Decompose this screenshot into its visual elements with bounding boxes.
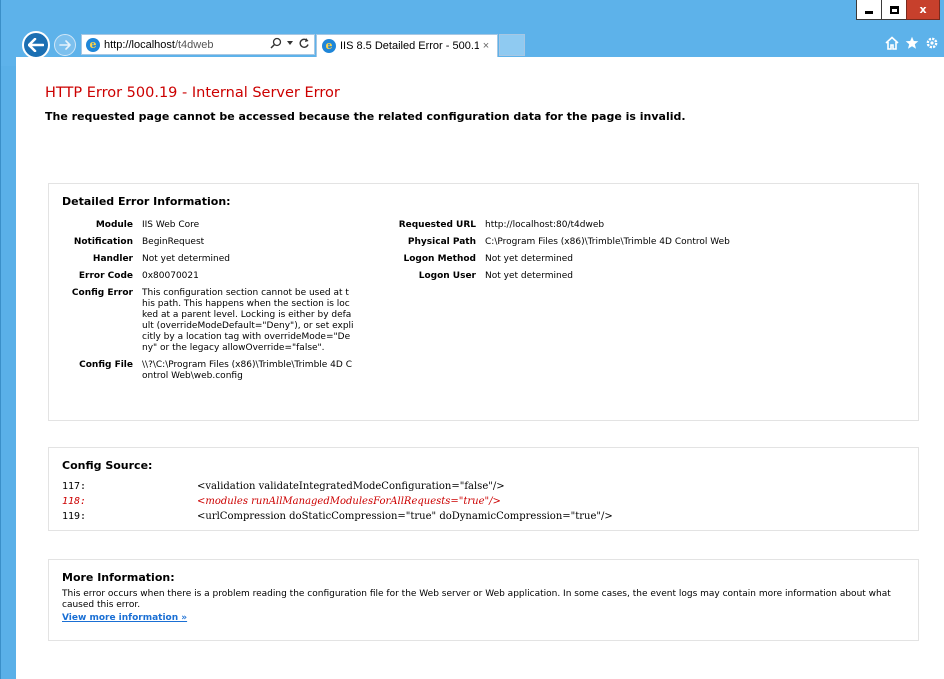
detail-value: This configuration section cannot be use… (142, 288, 354, 353)
minimize-icon (865, 11, 873, 14)
line-number: 117: (62, 481, 87, 492)
tab-iis-error[interactable]: e IIS 8.5 Detailed Error - 500.1... × (316, 34, 498, 57)
detail-value: 0x80070021 (142, 271, 199, 281)
tab-title: IIS 8.5 Detailed Error - 500.1... (340, 40, 479, 52)
new-tab-button[interactable] (499, 34, 525, 56)
config-source-code: 117: <validation validateIntegratedModeC… (62, 480, 912, 525)
back-button[interactable] (22, 31, 50, 59)
page-title: HTTP Error 500.19 - Internal Server Erro… (45, 85, 340, 101)
close-tab-icon[interactable]: × (479, 40, 493, 52)
detail-label: Config File (79, 360, 133, 370)
detail-label: Physical Path (407, 237, 476, 247)
maximize-button[interactable] (881, 0, 907, 20)
back-arrow-icon (28, 38, 44, 52)
detail-row: Config Error This configuration section … (62, 288, 354, 360)
browser-window: x e http://localhost/t4dweb e IIS 8.5 De… (0, 0, 944, 679)
detail-value: BeginRequest (142, 237, 205, 247)
detail-label: Module (95, 220, 133, 230)
detail-value: \\?\C:\Program Files (x86)\Trimble\Trimb… (142, 360, 352, 381)
window-controls: x (856, 0, 940, 20)
url-host: http://localhost (104, 38, 175, 51)
address-bar[interactable]: e http://localhost/t4dweb (81, 34, 315, 55)
detail-value: Not yet determined (142, 254, 230, 264)
detail-row: Physical Path C:\Program Files (x86)\Tri… (382, 237, 845, 254)
detail-value: http://localhost:80/t4dweb (485, 220, 605, 230)
line-number: 118: (62, 496, 87, 507)
detail-label: Config Error (71, 288, 133, 298)
detail-row: Handler Not yet determined (62, 254, 354, 271)
ie-logo-icon: e (322, 39, 336, 53)
detail-row: Config File \\?\C:\Program Files (x86)\T… (62, 360, 354, 388)
detail-label: Logon User (418, 271, 476, 281)
view-more-information-link[interactable]: View more information » (62, 613, 187, 623)
ie-logo-icon: e (86, 37, 100, 52)
detail-row: Module IIS Web Core (62, 220, 354, 237)
detail-value: C:\Program Files (x86)\Trimble\Trimble 4… (485, 237, 730, 247)
dropdown-icon[interactable] (286, 40, 294, 46)
config-source-heading: Config Source: (62, 459, 153, 472)
code-line: 119: <urlCompression doStaticCompression… (62, 510, 912, 523)
forward-button[interactable] (54, 34, 76, 56)
page-content: HTTP Error 500.19 - Internal Server Erro… (45, 85, 925, 641)
detail-table-right: Requested URL http://localhost:80/t4dweb… (382, 220, 845, 288)
detail-row: Error Code 0x80070021 (62, 271, 354, 288)
maximize-icon (889, 5, 899, 14)
code-line: 117: <validation validateIntegratedModeC… (62, 480, 912, 493)
home-icon[interactable] (885, 36, 899, 50)
code-text: <validation validateIntegratedModeConfig… (197, 481, 505, 492)
search-icon[interactable] (270, 37, 282, 49)
detail-label: Notification (73, 237, 133, 247)
url-path: /t4dweb (174, 38, 214, 51)
address-tools (270, 37, 310, 49)
toolbar-icons (885, 36, 939, 50)
detail-row: Requested URL http://localhost:80/t4dweb (382, 220, 845, 237)
forward-arrow-icon (59, 40, 71, 50)
page-viewport: HTTP Error 500.19 - Internal Server Erro… (16, 57, 944, 679)
detail-row: Notification BeginRequest (62, 237, 354, 254)
code-text: <modules runAllManagedModulesForAllReque… (197, 496, 501, 507)
more-information-text: This error occurs when there is a proble… (62, 589, 891, 610)
detailed-error-heading: Detailed Error Information: (62, 195, 231, 208)
code-text: <urlCompression doStaticCompression="tru… (197, 511, 613, 522)
detail-value: IIS Web Core (142, 220, 200, 230)
more-information-heading: More Information: (62, 571, 175, 584)
page-subtitle: The requested page cannot be accessed be… (45, 110, 686, 123)
detail-label: Handler (92, 254, 133, 264)
detail-value: Not yet determined (485, 254, 573, 264)
code-line-error: 118: <modules runAllManagedModulesForAll… (62, 495, 912, 508)
refresh-icon[interactable] (298, 37, 310, 49)
config-source-panel: Config Source: 117: <validation validate… (48, 447, 919, 531)
detailed-error-panel: Detailed Error Information: Module IIS W… (48, 183, 919, 421)
minimize-button[interactable] (856, 0, 882, 20)
detail-row: Logon User Not yet determined (382, 271, 845, 288)
detail-row: Logon Method Not yet determined (382, 254, 845, 271)
close-window-button[interactable]: x (906, 0, 940, 20)
detail-table-left: Module IIS Web Core Notification BeginRe… (62, 220, 354, 388)
detail-label: Error Code (78, 271, 133, 281)
line-number: 119: (62, 511, 87, 522)
settings-gear-icon[interactable] (925, 36, 939, 50)
detail-value: Not yet determined (485, 271, 573, 281)
detail-label: Requested URL (398, 220, 476, 230)
more-information-panel: More Information: This error occurs when… (48, 559, 919, 641)
detail-label: Logon Method (403, 254, 476, 264)
favorites-star-icon[interactable] (905, 36, 919, 50)
